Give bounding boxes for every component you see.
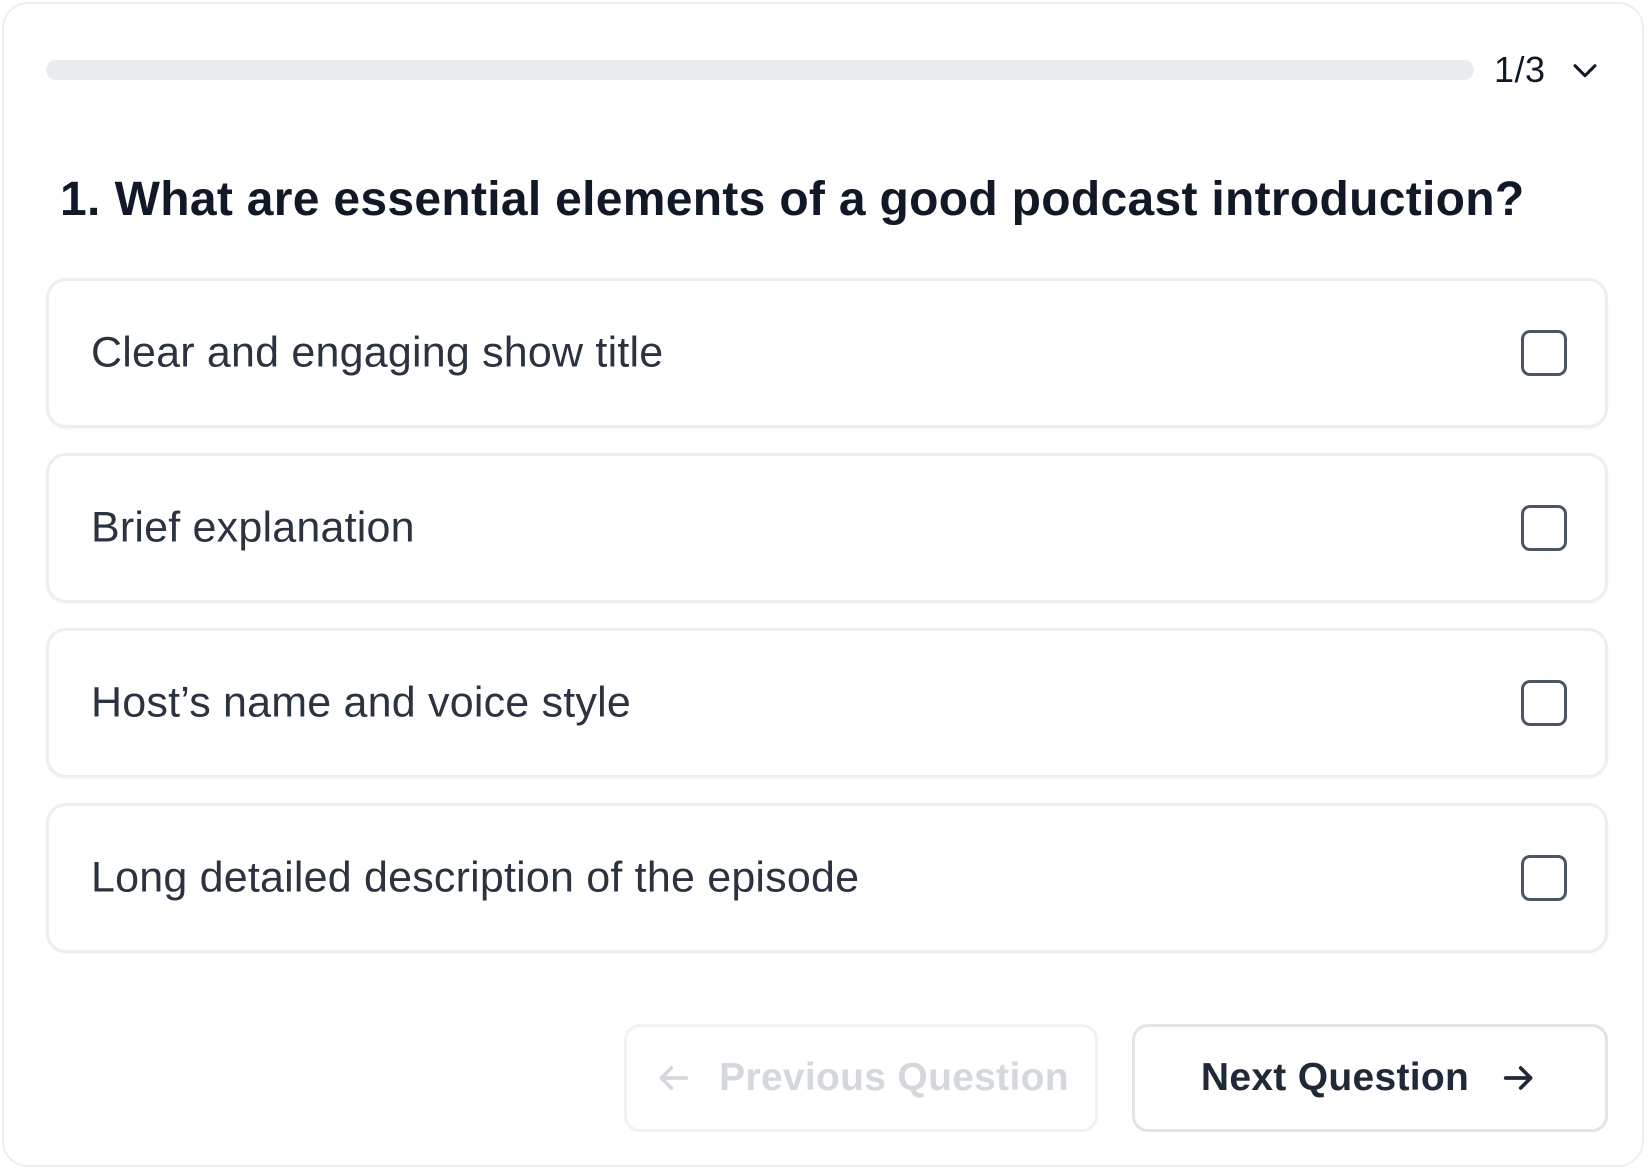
question-counter-toggle[interactable]: 1/3 <box>1494 48 1602 92</box>
answer-option-label: Long detailed description of the episode <box>91 853 860 902</box>
answer-option-label: Host’s name and voice style <box>91 678 631 727</box>
answer-option[interactable]: Brief explanation <box>46 453 1608 603</box>
answer-checkbox[interactable] <box>1521 680 1567 726</box>
answer-option[interactable]: Long detailed description of the episode <box>46 803 1608 953</box>
answer-option[interactable]: Host’s name and voice style <box>46 628 1608 778</box>
answer-option-label: Brief explanation <box>91 503 415 552</box>
progress-bar <box>46 60 1474 80</box>
answer-checkbox[interactable] <box>1521 330 1567 376</box>
progress-header: 1/3 <box>4 4 1642 134</box>
arrow-left-icon <box>659 1066 689 1090</box>
next-question-label: Next Question <box>1200 1056 1470 1099</box>
answer-option-label: Clear and engaging show title <box>91 328 664 377</box>
previous-question-label: Previous Question <box>719 1056 1069 1099</box>
next-question-button[interactable]: Next Question <box>1132 1024 1608 1132</box>
answer-checkbox[interactable] <box>1521 855 1567 901</box>
arrow-right-icon <box>1503 1066 1533 1090</box>
question-text: What are essential elements of a good po… <box>114 173 1525 226</box>
answer-checkbox[interactable] <box>1521 505 1567 551</box>
question-number: 1. <box>60 173 101 226</box>
quiz-card: 1/3 1. What are essential elements of a g… <box>2 2 1644 1167</box>
previous-question-button[interactable]: Previous Question <box>624 1024 1098 1132</box>
question-title: 1. What are essential elements of a good … <box>60 170 1525 230</box>
answer-option[interactable]: Clear and engaging show title <box>46 278 1608 428</box>
question-counter: 1/3 <box>1494 49 1546 90</box>
chevron-down-icon <box>1573 64 1597 78</box>
